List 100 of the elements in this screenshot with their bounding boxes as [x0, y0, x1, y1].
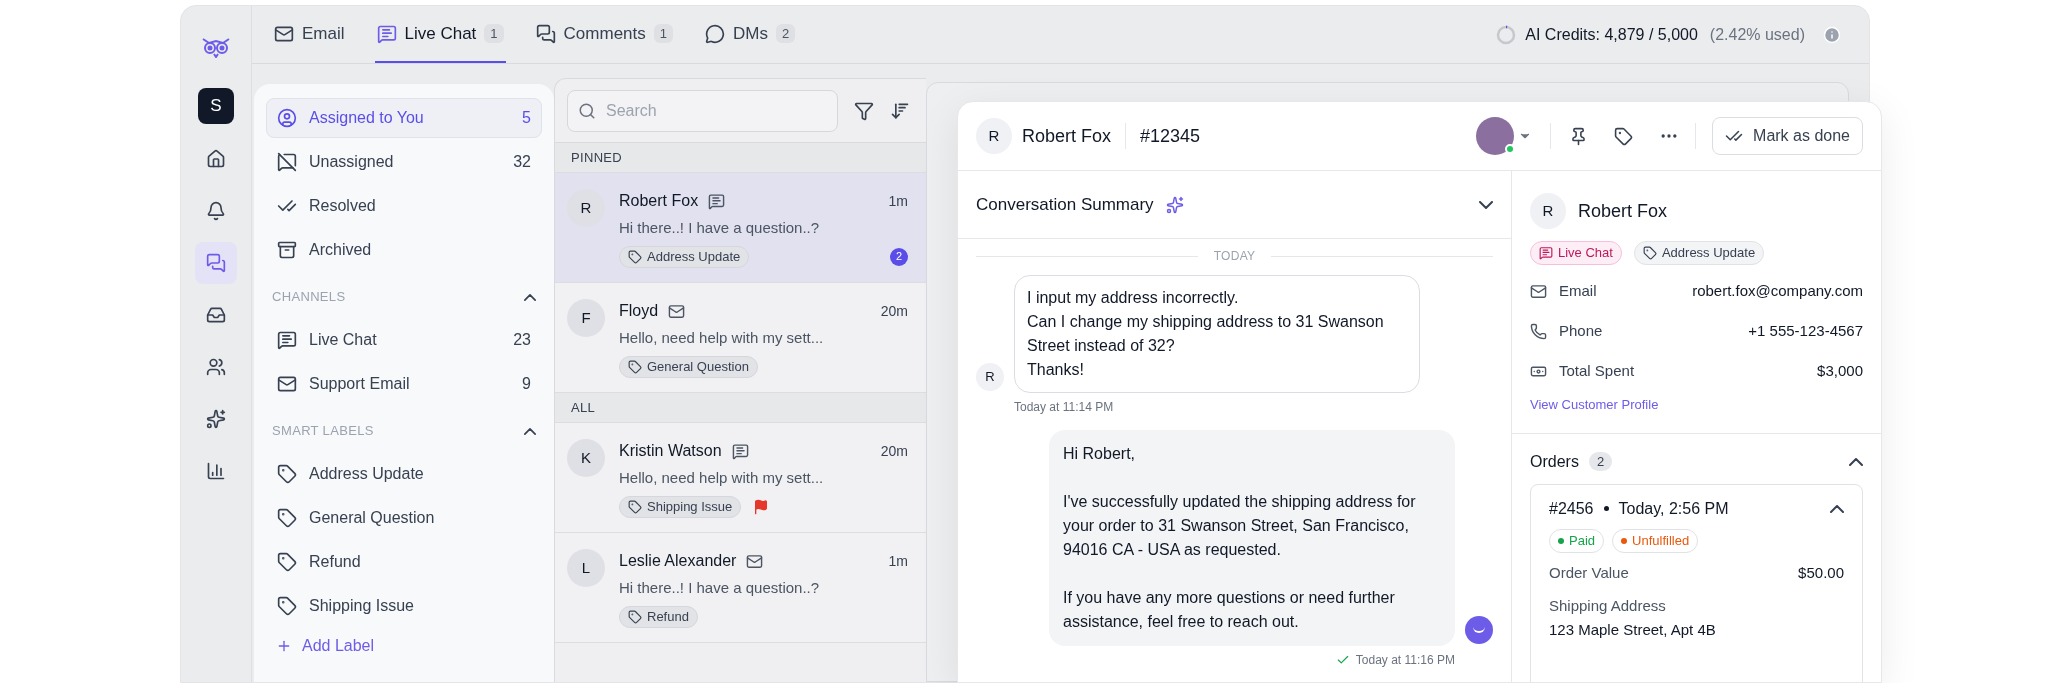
nav-item-label: Address Update — [309, 464, 425, 484]
channel-tab[interactable]: Comments 1 — [533, 6, 675, 63]
group-header: ALL — [555, 393, 926, 423]
message-text: Thanks! — [1027, 360, 1085, 380]
avatar: R — [976, 363, 1004, 391]
mail-icon — [277, 374, 297, 394]
channel-tab[interactable]: DMs 2 — [703, 6, 798, 63]
tag-icon — [277, 508, 297, 528]
message-text: If you have any more questions or need further assistance, feel free to reach out. — [1063, 588, 1396, 632]
mail-icon — [746, 552, 764, 570]
conversation-row[interactable]: R Robert Fox 1m Hi there..! I have a question..? Address Update 2 — [555, 173, 926, 283]
workspace-avatar[interactable]: S — [198, 88, 234, 124]
channel-tag: Live Chat — [1530, 241, 1622, 265]
avatar: R — [567, 189, 605, 227]
nav-item[interactable]: Live Chat 23 — [266, 320, 542, 360]
nav-item[interactable]: Archived — [266, 230, 542, 270]
nav-item-count: 5 — [522, 108, 531, 128]
sparkles-icon — [206, 409, 226, 429]
channel-tab[interactable]: Email — [272, 6, 347, 63]
sparkles-icon — [1165, 195, 1184, 214]
shipping-address: 123 Maple Street, Apt 4B — [1549, 620, 1717, 640]
bar-chart-icon — [206, 461, 226, 481]
tab-count: 1 — [484, 23, 504, 44]
section-heading: CHANNELS — [272, 288, 346, 307]
tab-count: 2 — [775, 23, 796, 44]
chat-icon — [277, 330, 297, 350]
nav-item-label: Archived — [309, 240, 373, 260]
label-tag: Refund — [619, 605, 698, 628]
tab-label: Email — [302, 22, 345, 45]
chevron-up-icon — [524, 427, 536, 435]
label-tag: General Question — [619, 355, 758, 378]
owl-logo-icon — [201, 36, 231, 58]
orders-count: 2 — [1588, 451, 1613, 472]
collapse-button[interactable] — [524, 427, 536, 435]
tab-label: Live Chat — [404, 22, 477, 45]
nav-item-label: Refund — [309, 552, 362, 572]
bell-icon — [206, 201, 226, 221]
filter-icon[interactable] — [854, 100, 874, 121]
nav-item[interactable]: Assigned to You 5 — [266, 98, 542, 138]
chat-bubbles-icon — [206, 253, 226, 273]
add-label-link[interactable]: Add Label — [266, 630, 542, 662]
message-preview: Hi there..! I have a question..? — [619, 218, 821, 238]
chevron-up-icon — [1849, 457, 1863, 466]
chevron-up-icon — [524, 293, 536, 301]
nav-item[interactable]: Unassigned 32 — [266, 142, 542, 182]
profile-link[interactable]: View Customer Profile — [1530, 395, 1863, 415]
credits-label: AI Credits: 4,879 / 5,000 — [1525, 24, 1698, 45]
chat-off-icon — [277, 152, 297, 172]
nav-item[interactable]: Refund — [266, 542, 542, 582]
tab-label: DMs — [733, 22, 768, 45]
nav-item[interactable]: Shipping Issue — [266, 586, 542, 626]
speech-bubble-icon — [705, 23, 725, 44]
unread-count: 2 — [890, 247, 908, 266]
message-time: Today at 11:16 PM — [1355, 652, 1455, 669]
nav-item[interactable]: Support Email 9 — [266, 364, 542, 404]
contact-name: Robert Fox — [619, 191, 699, 211]
tab-label: Comments — [563, 22, 646, 45]
mark-as-done-button[interactable]: Mark as done — [1712, 117, 1863, 155]
contact-name: Leslie Alexander — [619, 551, 737, 571]
avatar: R — [1530, 193, 1566, 229]
expand-button[interactable] — [1479, 200, 1493, 209]
users-icon — [206, 357, 226, 377]
chat-icon — [1539, 246, 1553, 260]
tag-icon — [628, 249, 642, 264]
chevron-down-icon — [1479, 200, 1493, 209]
chat-icon — [708, 192, 726, 210]
field-label: Shipping Address — [1549, 595, 1667, 616]
date-divider-label: TODAY — [1213, 248, 1256, 265]
bot-avatar — [1465, 616, 1493, 644]
phone-icon — [1530, 322, 1547, 340]
tag-icon[interactable] — [1614, 126, 1634, 146]
collapse-button[interactable] — [1849, 457, 1863, 466]
home-icon — [206, 149, 226, 169]
chat-icon — [731, 442, 749, 460]
nav-item[interactable]: Address Update — [266, 454, 542, 494]
assignee-avatar[interactable] — [1476, 117, 1515, 155]
nav-item[interactable]: Resolved — [266, 186, 542, 226]
field-value: robert.fox@company.com — [1692, 280, 1863, 301]
user-circle-icon — [277, 108, 297, 128]
nav-item-label: General Question — [309, 508, 436, 528]
nav-item-count: 23 — [513, 330, 531, 350]
rail-button[interactable] — [195, 242, 237, 284]
field-label: Order Value — [1549, 563, 1629, 584]
field-value: +1 555-123-4567 — [1748, 320, 1863, 341]
message-text: I've successfully updated the shipping address for your order to 31 Swanson Street, San Francisco, 94016 CA - USA as requested. — [1063, 492, 1417, 560]
avatar: F — [567, 299, 605, 337]
plus-icon — [276, 638, 292, 654]
label-tag: Address Update — [619, 245, 750, 268]
channel-tab[interactable]: Live Chat 1 — [374, 6, 506, 63]
section-heading: SMART LABELS — [272, 422, 374, 441]
nav-item[interactable]: General Question — [266, 498, 542, 538]
message-text: I input my address incorrectly. — [1027, 288, 1240, 308]
customer-name: Robert Fox — [1578, 199, 1668, 223]
message-preview: Hello, need help with my sett... — [619, 328, 825, 348]
conversation-time: 20m — [880, 301, 908, 321]
collapse-button[interactable] — [524, 293, 536, 301]
search-field[interactable]: Search — [567, 89, 838, 132]
order-date: Today, 2:56 PM — [1618, 498, 1729, 519]
conversation-time: 20m — [880, 441, 908, 461]
collapse-button[interactable] — [1830, 504, 1844, 513]
